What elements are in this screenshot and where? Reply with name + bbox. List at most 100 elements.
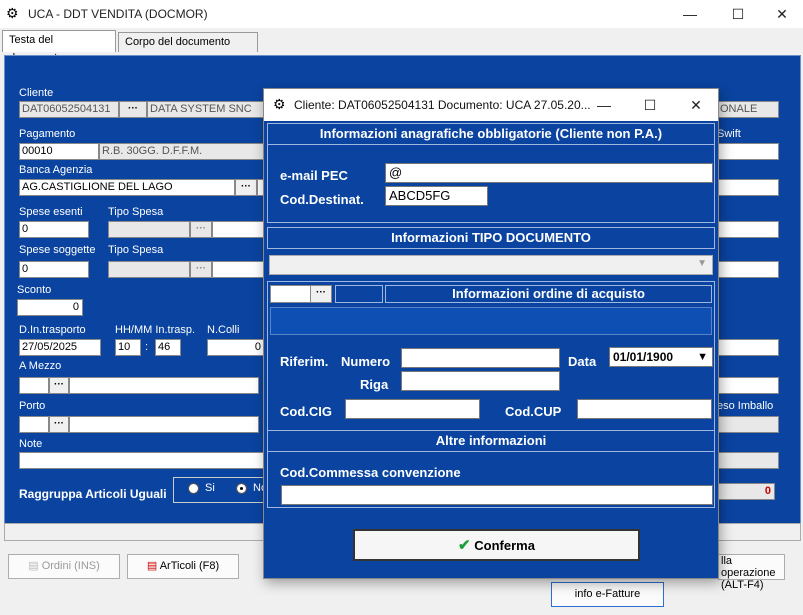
tipo-spesa-lookup-button[interactable]: ··· (190, 221, 212, 238)
close-button[interactable]: ✕ (760, 0, 803, 28)
ordini-button[interactable]: ▤ Ordini (INS) (8, 554, 120, 579)
ordine-type-desc (335, 285, 383, 303)
cliente-code-field[interactable]: DAT06052504131 (19, 101, 119, 118)
commessa-field[interactable] (281, 485, 713, 505)
dialog-maximize-button[interactable]: ☐ (628, 91, 672, 119)
section-anagrafiche (267, 145, 715, 223)
tipo-spesa-label: Tipo Spesa (108, 206, 164, 218)
swift-field[interactable] (717, 143, 779, 160)
a-mezzo-code-field[interactable] (19, 377, 49, 394)
minimize-button[interactable]: — (668, 0, 712, 28)
cod-cup-field[interactable] (577, 399, 712, 419)
cliente-name-field: DATA SYSTEM SNC (147, 101, 265, 118)
porto-code-field[interactable] (19, 416, 49, 433)
riga-field[interactable] (401, 371, 560, 391)
cod-destinat-field[interactable]: ABCD5FG (385, 186, 488, 206)
porto-lookup-button[interactable]: ··· (49, 416, 69, 433)
dialog-gear-icon: ⚙ (273, 96, 286, 112)
right-field-6[interactable] (717, 339, 779, 356)
numero-field[interactable] (401, 348, 560, 368)
radio-si[interactable] (188, 483, 199, 494)
conferma-label: Conferma (474, 538, 535, 553)
right-field-3[interactable] (717, 179, 779, 196)
d-in-trasporto-field[interactable]: 27/05/2025 (19, 339, 101, 356)
cliente-lookup-button[interactable]: ··· (119, 101, 147, 118)
right-field-5[interactable] (717, 261, 779, 278)
a-mezzo-lookup-button[interactable]: ··· (49, 377, 69, 394)
window-titlebar: ⚙ UCA - DDT VENDITA (DOCMOR) — ☐ ✕ (0, 0, 803, 28)
banca-field[interactable]: AG.CASTIGLIONE DEL LAGO (19, 179, 235, 196)
mm-field[interactable]: 46 (155, 339, 181, 356)
cliente-label: Cliente (19, 87, 54, 99)
info-e-fatture-button[interactable]: info e-Fatture (551, 582, 664, 607)
sconto-field[interactable]: 0 (17, 299, 83, 316)
right-onale-field: ONALE (717, 101, 779, 118)
commessa-label: Cod.Commessa convenzione (280, 465, 461, 480)
app-gear-icon: ⚙ (6, 5, 19, 21)
articoli-icon: ▤ (146, 560, 158, 572)
tipo-documento-select[interactable]: ▼ (269, 255, 713, 275)
riferim-label: Riferim. (280, 354, 329, 369)
ordini-label: Ordini (INS) (41, 560, 100, 572)
radio-no[interactable] (236, 483, 247, 494)
riga-label: Riga (360, 377, 389, 392)
check-icon: ✔ (458, 537, 471, 554)
ordine-info-bar (270, 307, 712, 335)
spese-soggette-label: Spese soggette (19, 244, 96, 256)
tab-strip: Testa del documento Corpo del documento … (0, 28, 803, 66)
e-fatture-dialog: ⚙ Cliente: DAT06052504131 Documento: UCA… (263, 88, 719, 579)
raggruppa-label: Raggruppa Articoli Uguali (19, 487, 167, 501)
maximize-button[interactable]: ☐ (716, 0, 760, 28)
section-altre-header: Altre informazioni (267, 430, 715, 452)
ncolli-field[interactable]: 0 (207, 339, 265, 356)
spese-esenti-field[interactable]: 0 (19, 221, 89, 238)
tipo-documento-chevron-down-icon: ▼ (697, 258, 707, 269)
cod-cig-field[interactable] (345, 399, 480, 419)
banca-lookup-button[interactable]: ··· (235, 179, 257, 196)
hh-field[interactable]: 10 (115, 339, 141, 356)
right-total-field: 0 (717, 483, 775, 500)
articoli-button[interactable]: ▤ ArTicoli (F8) (127, 554, 239, 579)
pagamento-label: Pagamento (19, 128, 76, 140)
spese-soggette-field[interactable]: 0 (19, 261, 89, 278)
spese-esenti-label: Spese esenti (19, 206, 83, 218)
operazione-shortcut: (ALT-F4) (721, 579, 764, 591)
section-tipo-documento-header: Informazioni TIPO DOCUMENTO (267, 227, 715, 249)
porto-desc-field (69, 416, 259, 433)
radio-si-label: Si (205, 482, 215, 494)
email-pec-field[interactable]: @ (385, 163, 713, 183)
email-pec-label: e-mail PEC (280, 168, 348, 183)
operazione-label: lla operazione (721, 555, 776, 579)
note-label: Note (19, 438, 43, 450)
dialog-minimize-button[interactable]: — (582, 91, 626, 119)
right-field-9[interactable] (717, 452, 779, 469)
tab-corpo-documento[interactable]: Corpo del documento (F6) (118, 32, 258, 66)
right-field-7[interactable] (717, 377, 779, 394)
tab-testa-documento[interactable]: Testa del documento (2, 30, 116, 64)
time-separator: : (145, 341, 149, 353)
peso-imballo-field[interactable] (717, 416, 779, 433)
dialog-title: Cliente: DAT06052504131 Documento: UCA 2… (294, 98, 591, 112)
d-in-trasporto-label: D.In.trasporto (19, 324, 86, 336)
numero-label: Numero (341, 354, 391, 369)
hhmm-label: HH/MM In.trasp. (115, 324, 196, 336)
operazione-button[interactable]: lla operazione (ALT-F4) (718, 554, 785, 591)
ordini-icon: ▤ (28, 560, 39, 572)
data-label: Data (568, 354, 597, 369)
ncolli-label: N.Colli (207, 324, 240, 336)
raggruppa-group (173, 477, 265, 503)
tipo-spesa2-desc-field (212, 261, 265, 278)
pagamento-code-field[interactable]: 00010 (19, 143, 99, 160)
a-mezzo-label: A Mezzo (19, 360, 62, 372)
tipo-spesa-field[interactable] (108, 221, 190, 238)
data-date-picker[interactable]: 01/01/1900 ▼ (609, 347, 713, 367)
data-value: 01/01/1900 (613, 350, 674, 364)
tipo-spesa2-lookup-button[interactable]: ··· (190, 261, 212, 278)
note-field[interactable] (19, 452, 265, 469)
right-field-4[interactable] (717, 221, 779, 238)
dialog-close-button[interactable]: ✕ (674, 91, 718, 119)
tipo-spesa2-label: Tipo Spesa (108, 244, 164, 256)
conferma-button[interactable]: ✔ Conferma (353, 529, 640, 561)
tipo-spesa2-field[interactable] (108, 261, 190, 278)
ordine-type-lookup-button[interactable]: ··· (310, 285, 332, 303)
